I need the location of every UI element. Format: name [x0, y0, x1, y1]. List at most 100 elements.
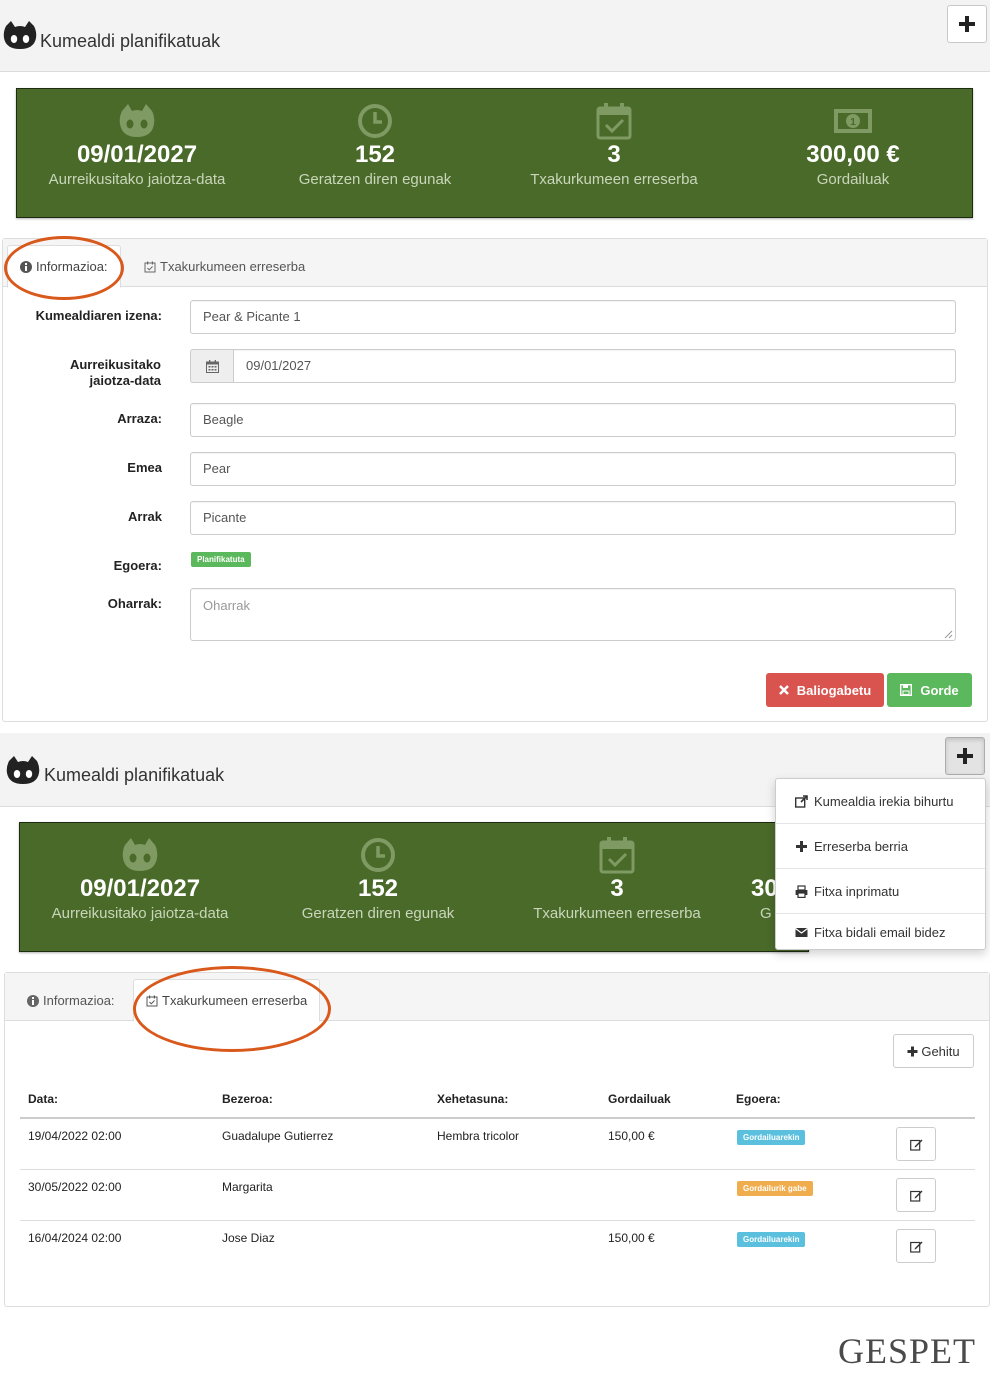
tab-bar: Informazioa: Txakurkumeen erreserba	[3, 239, 987, 288]
cell-detail: Hembra tricolor	[437, 1129, 520, 1143]
edit-button[interactable]	[896, 1127, 936, 1161]
edit-button[interactable]	[896, 1178, 936, 1212]
floppy-disk-icon	[900, 684, 913, 696]
svg-text:1: 1	[850, 117, 856, 128]
tab-reservations[interactable]: Txakurkumeen erreserba	[133, 979, 321, 1022]
info-icon	[20, 260, 32, 273]
stat-reservations: 3 Txakurkumeen erreserba	[497, 823, 737, 951]
stat-days-left: 152 Geratzen diren egunak	[258, 823, 498, 951]
add-label: Gehitu	[921, 1043, 960, 1059]
menu-item-open-litter[interactable]: Kumealdia irekia bihurtu	[776, 779, 985, 824]
menu-item-label: Kumealdia irekia bihurtu	[814, 793, 954, 809]
female-input[interactable]: Pear	[190, 452, 956, 486]
calendar-icon	[205, 359, 219, 373]
actions-menu-button[interactable]	[945, 737, 985, 775]
stat-label: Aurreikusitako jaiotza-data	[48, 171, 226, 188]
female-label: Emea	[127, 460, 162, 475]
page-title: Kumealdi planifikatuak	[40, 31, 221, 51]
status-badge: Planifikatuta	[191, 552, 251, 567]
menu-item-label: Fitxa bidali email bidez	[814, 924, 946, 940]
menu-item-new-reservation[interactable]: Erreserba berria	[776, 824, 985, 869]
cell-client: Guadalupe Gutierrez	[222, 1129, 334, 1143]
edit-button[interactable]	[896, 1229, 936, 1263]
calendar-button[interactable]	[190, 349, 234, 383]
stat-value: 3	[607, 141, 621, 168]
date-input[interactable]: 09/01/2027	[233, 349, 956, 383]
stat-label: Geratzen diren egunak	[298, 171, 452, 188]
clock-icon	[361, 838, 395, 872]
info-icon	[27, 994, 39, 1007]
menu-item-print[interactable]: Fitxa inprimatu	[776, 869, 985, 914]
column-header-deposits: Gordailuak	[608, 1092, 671, 1106]
stat-label: Gordailuak	[816, 171, 890, 188]
cell-deposit: 150,00 €	[608, 1129, 655, 1143]
stats-banner: 09/01/2027 Aurreikusitako jaiotza-data 1…	[19, 822, 809, 952]
cell-date: 19/04/2022 02:00	[28, 1129, 122, 1143]
stat-birth-date: 09/01/2027 Aurreikusitako jaiotza-data	[20, 823, 260, 951]
notes-textarea[interactable]: Oharrak	[190, 588, 956, 641]
cell-deposit: 150,00 €	[608, 1231, 655, 1245]
male-label: Arrak	[128, 509, 162, 524]
table-row-divider	[20, 1220, 975, 1221]
stat-label: Geratzen diren egunak	[301, 905, 455, 922]
status-badge: Gordailuarekin	[737, 1130, 806, 1145]
tab-label: Txakurkumeen erreserba	[160, 259, 306, 274]
name-input[interactable]: Pear & Picante 1	[190, 300, 956, 334]
status-badge: Gordailuarekin	[737, 1232, 806, 1247]
stat-value: 09/01/2027	[76, 141, 198, 168]
cell-client: Jose Diaz	[222, 1231, 275, 1245]
status-label: Egoera:	[113, 558, 162, 573]
stat-reservations: 3 Txakurkumeen erreserba	[494, 89, 734, 217]
stat-label: Aurreikusitako jaiotza-data	[51, 905, 229, 922]
calendar-check-icon	[596, 103, 632, 140]
table-header-divider	[20, 1117, 975, 1119]
tab-label: Informazioa:	[36, 259, 108, 274]
tab-label: Txakurkumeen erreserba	[162, 993, 308, 1008]
breed-label: Arraza:	[117, 411, 162, 426]
stat-label: Txakurkumeen erreserba	[533, 905, 701, 922]
add-reservation-button[interactable]: Gehitu	[893, 1034, 974, 1068]
print-icon	[795, 884, 808, 898]
column-header-date: Data:	[28, 1092, 59, 1106]
edit-icon	[909, 1139, 922, 1151]
tab-info[interactable]: Informazioa:	[7, 245, 121, 288]
name-label: Kumealdiaren izena:	[35, 308, 162, 323]
actions-dropdown-menu: Kumealdia irekia bihurtu Erreserba berri…	[775, 778, 986, 950]
stat-deposits: 1 300,00 € Gordailuak	[733, 89, 972, 217]
page-title: Kumealdi planifikatuak	[44, 765, 225, 785]
cancel-button[interactable]: Baliogabetu	[766, 673, 884, 707]
money-icon: 1	[834, 109, 872, 133]
tab-info[interactable]: Informazioa:	[15, 979, 127, 1022]
envelope-icon	[795, 927, 808, 937]
edit-icon	[909, 1190, 922, 1202]
calendar-check-icon	[144, 261, 156, 272]
menu-item-send-email[interactable]: Fitxa bidali email bidez	[776, 914, 985, 950]
actions-menu-button[interactable]	[947, 5, 987, 43]
edit-icon	[909, 1241, 922, 1253]
stat-value: 300,00 €	[806, 141, 900, 168]
tab-reservations[interactable]: Txakurkumeen erreserba	[132, 245, 317, 288]
stat-value: 3	[610, 875, 624, 902]
stat-deposits-partial-label: G	[760, 905, 772, 922]
column-header-client: Bezeroa:	[222, 1092, 273, 1106]
stat-days-left: 152 Geratzen diren egunak	[255, 89, 495, 217]
stat-deposits-partial-value: 30	[751, 875, 778, 902]
close-icon	[778, 685, 789, 695]
share-icon	[795, 794, 808, 808]
tab-label: Informazioa:	[43, 993, 115, 1008]
cat-icon	[122, 838, 158, 871]
stat-value: 152	[357, 875, 399, 902]
clock-icon	[358, 104, 392, 138]
save-button[interactable]: Gorde	[887, 673, 972, 707]
resize-handle-icon[interactable]	[944, 630, 953, 639]
column-header-status: Egoera:	[736, 1092, 781, 1106]
plus-icon	[907, 1046, 918, 1056]
male-input[interactable]: Picante	[190, 501, 956, 535]
plus-icon	[957, 748, 973, 764]
github-logo-icon	[3, 21, 37, 49]
menu-item-label: Fitxa inprimatu	[814, 883, 900, 899]
stats-banner: 09/01/2027 Aurreikusitako jaiotza-data 1…	[16, 88, 973, 218]
plus-icon	[959, 16, 975, 32]
breed-input[interactable]: Beagle	[190, 403, 956, 437]
column-header-detail: Xehetasuna:	[437, 1092, 509, 1106]
